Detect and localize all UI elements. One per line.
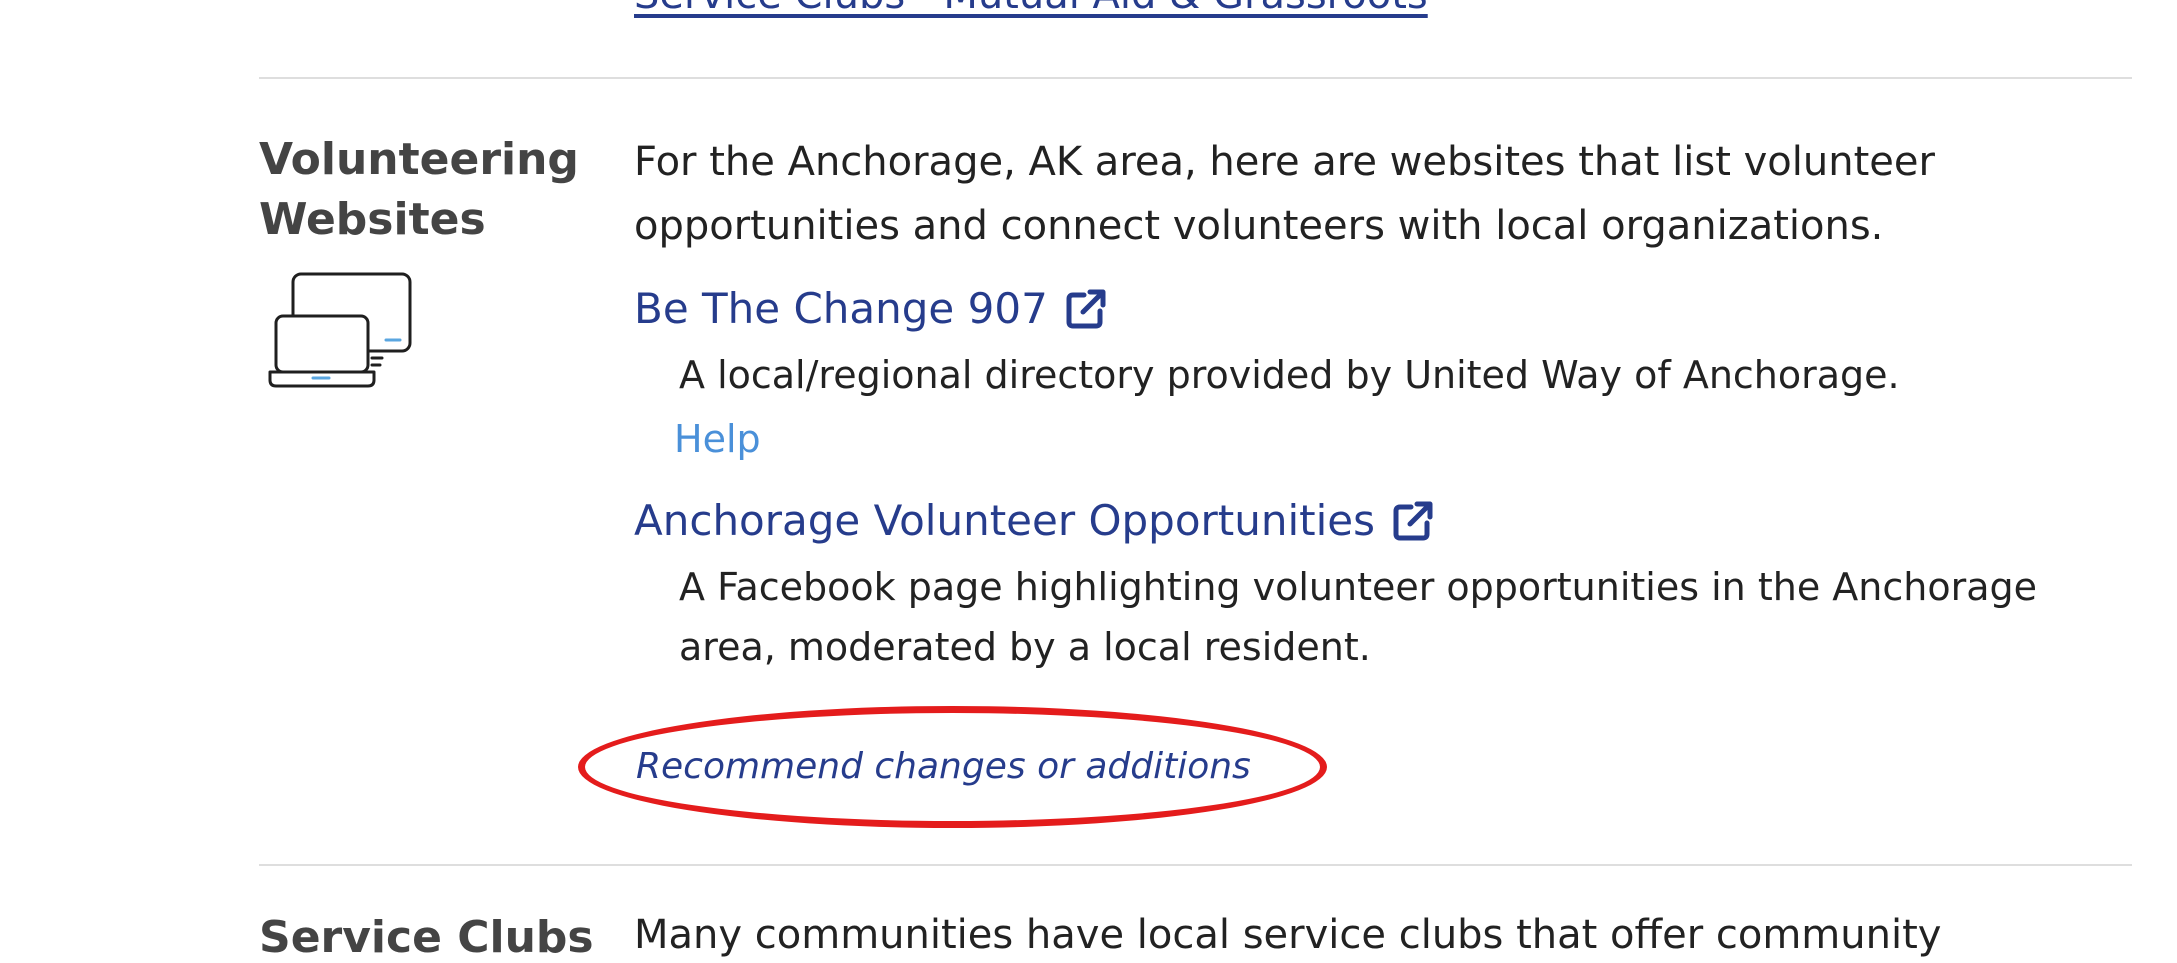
section-intro: For the Anchorage, AK area, here are web… [634, 139, 1935, 249]
resource-description: A local/regional directory provided by U… [679, 353, 1900, 397]
next-section-intro: Many communities have local service club… [634, 912, 1942, 958]
resource-link-label: Be The Change 907 [634, 284, 1048, 333]
external-link-icon [1066, 289, 1106, 328]
laptop-monitor-icon [268, 272, 412, 388]
section-divider-top [259, 77, 2132, 79]
be-the-change-907-link[interactable]: Be The Change 907 [634, 284, 1108, 333]
anchorage-volunteer-opportunities-link[interactable]: Anchorage Volunteer Opportunities [634, 496, 1435, 545]
help-link[interactable]: Help [674, 412, 761, 466]
top-section-link[interactable]: Service Clubs · Mutual Aid & Grassroots [634, 0, 1428, 18]
recommend-changes-link[interactable]: Recommend changes or additions [636, 742, 1251, 792]
section-divider-bottom [259, 864, 2132, 866]
resource-link-label: Anchorage Volunteer Opportunities [634, 496, 1376, 545]
next-section-heading: Service Clubs [259, 912, 594, 963]
resource-description: A Facebook page highlighting volunteer o… [679, 565, 2037, 669]
section-heading: Volunteering Websites [259, 134, 579, 245]
external-link-icon [1393, 501, 1433, 540]
